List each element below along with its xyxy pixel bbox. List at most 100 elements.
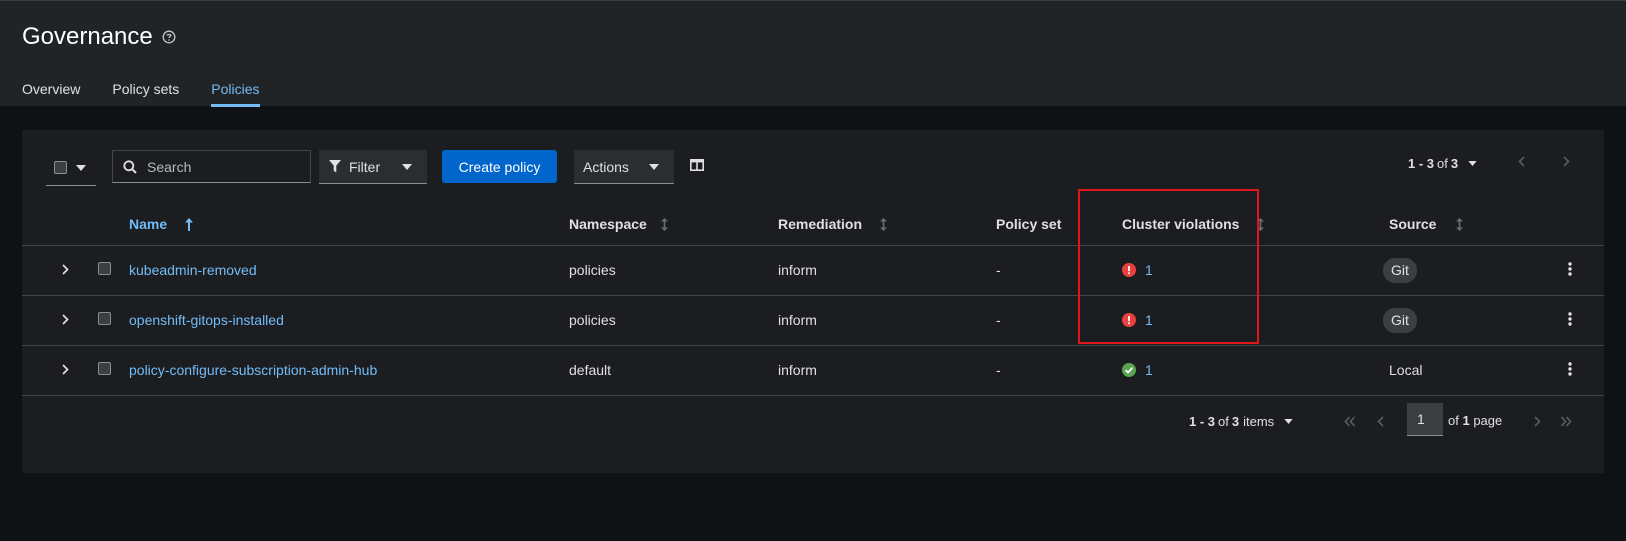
source-cell: Local bbox=[1389, 362, 1423, 378]
bulk-select-dropdown[interactable] bbox=[46, 150, 96, 186]
policy-name-link[interactable]: policy-configure-subscription-admin-hub bbox=[129, 362, 377, 378]
table-row: kubeadmin-removed policies inform - 1 Gi… bbox=[22, 246, 1604, 296]
previous-page-icon[interactable] bbox=[1518, 156, 1525, 167]
column-header-remediation[interactable]: Remediation bbox=[778, 216, 888, 232]
check-circle-icon bbox=[1122, 363, 1136, 377]
filter-button[interactable]: Filter bbox=[319, 150, 427, 184]
pagination-toggle-top[interactable]: 1 - 3 of 3 bbox=[1408, 156, 1477, 171]
namespace-cell: policies bbox=[569, 312, 616, 328]
remediation-cell: inform bbox=[778, 312, 817, 328]
table-header: Name Namespace Remediation Policy set Cl… bbox=[22, 202, 1604, 246]
namespace-cell: default bbox=[569, 362, 612, 378]
expand-row-icon[interactable] bbox=[62, 314, 69, 325]
column-header-name[interactable]: Name bbox=[129, 216, 194, 232]
pagination-range: 1 - 3 bbox=[1189, 414, 1216, 429]
sort-ascending-icon bbox=[185, 217, 194, 231]
column-header-label: Remediation bbox=[778, 216, 863, 232]
violations-count-link[interactable]: 1 bbox=[1145, 262, 1153, 278]
page-title-text: Governance bbox=[22, 23, 153, 50]
previous-page-icon[interactable] bbox=[1377, 416, 1384, 427]
column-header-namespace[interactable]: Namespace bbox=[569, 216, 668, 232]
tab-policies[interactable]: Policies bbox=[211, 69, 260, 107]
page-title: Governance bbox=[22, 23, 176, 51]
actions-label: Actions bbox=[583, 158, 629, 175]
caret-down-icon bbox=[402, 163, 413, 170]
cluster-violations-cell: 1 bbox=[1122, 312, 1153, 328]
expand-row-icon[interactable] bbox=[62, 264, 69, 275]
create-policy-button[interactable]: Create policy bbox=[442, 150, 557, 183]
caret-down-icon bbox=[1284, 419, 1293, 424]
caret-down-icon bbox=[1468, 161, 1477, 166]
remediation-cell: inform bbox=[778, 262, 817, 278]
page-label: page bbox=[1473, 413, 1503, 428]
actions-dropdown[interactable]: Actions bbox=[574, 150, 674, 184]
help-icon[interactable] bbox=[162, 30, 176, 44]
of-page-prefix: of bbox=[1448, 413, 1459, 428]
row-select-checkbox[interactable] bbox=[98, 362, 111, 375]
violations-count-link[interactable]: 1 bbox=[1145, 362, 1153, 378]
violations-count-link[interactable]: 1 bbox=[1145, 312, 1153, 328]
column-header-policy-set: Policy set bbox=[996, 216, 1061, 232]
violation-error-icon bbox=[1122, 263, 1136, 277]
expand-row-icon[interactable] bbox=[62, 364, 69, 375]
kebab-menu-icon[interactable] bbox=[1568, 312, 1572, 326]
table-row: policy-configure-subscription-admin-hub … bbox=[22, 346, 1604, 396]
caret-down-icon bbox=[648, 163, 659, 170]
manage-columns-icon[interactable] bbox=[690, 159, 704, 171]
pagination-of: of bbox=[1437, 156, 1448, 171]
pagination-range: 1 - 3 bbox=[1408, 156, 1435, 171]
row-select-checkbox[interactable] bbox=[98, 262, 111, 275]
tab-bar: Overview Policy sets Policies bbox=[22, 69, 292, 107]
policy-name-link[interactable]: openshift-gitops-installed bbox=[129, 312, 284, 328]
kebab-menu-icon[interactable] bbox=[1568, 262, 1572, 276]
page-count-label: of 1 page bbox=[1448, 413, 1502, 428]
bulk-select-checkbox[interactable] bbox=[54, 161, 67, 174]
kebab-menu-icon[interactable] bbox=[1568, 362, 1572, 376]
policy-name-link[interactable]: kubeadmin-removed bbox=[129, 262, 257, 278]
remediation-cell: inform bbox=[778, 362, 817, 378]
toolbar: Filter Create policy Actions 1 - 3 of 3 bbox=[22, 130, 1604, 202]
cluster-violations-cell: 1 bbox=[1122, 362, 1153, 378]
pagination-items-label: items bbox=[1243, 414, 1275, 429]
row-select-checkbox[interactable] bbox=[98, 312, 111, 325]
column-header-cluster-violations[interactable]: Cluster violations bbox=[1122, 216, 1265, 232]
search-input[interactable] bbox=[147, 158, 297, 175]
sort-icon bbox=[1257, 217, 1265, 231]
tab-overview[interactable]: Overview bbox=[22, 69, 80, 107]
sort-icon bbox=[660, 217, 668, 231]
policies-table: Name Namespace Remediation Policy set Cl… bbox=[22, 202, 1604, 396]
tab-policy-sets[interactable]: Policy sets bbox=[112, 69, 179, 107]
policy-set-cell: - bbox=[996, 312, 1001, 328]
policy-set-cell: - bbox=[996, 262, 1001, 278]
column-header-label: Namespace bbox=[569, 216, 647, 232]
column-header-source[interactable]: Source bbox=[1389, 216, 1464, 232]
column-header-label: Cluster violations bbox=[1122, 216, 1240, 232]
namespace-cell: policies bbox=[569, 262, 616, 278]
sort-icon bbox=[880, 217, 888, 231]
next-page-icon[interactable] bbox=[1563, 156, 1570, 167]
sort-icon bbox=[1456, 217, 1464, 231]
current-page-input[interactable] bbox=[1407, 403, 1443, 436]
next-page-icon[interactable] bbox=[1534, 416, 1541, 427]
cluster-violations-cell: 1 bbox=[1122, 262, 1153, 278]
policies-card: Filter Create policy Actions 1 - 3 of 3 bbox=[22, 130, 1604, 473]
column-header-label: Name bbox=[129, 216, 168, 232]
source-badge: Git bbox=[1383, 258, 1417, 283]
source-badge: Git bbox=[1383, 308, 1417, 333]
search-icon bbox=[123, 159, 137, 174]
pagination-total: 3 bbox=[1231, 414, 1240, 429]
page-count: 1 bbox=[1462, 413, 1470, 428]
last-page-icon[interactable] bbox=[1560, 416, 1572, 427]
column-header-label: Source bbox=[1389, 216, 1437, 232]
first-page-icon[interactable] bbox=[1344, 416, 1356, 427]
caret-down-icon bbox=[76, 164, 86, 171]
page-header: Governance Overview Policy sets Policies bbox=[0, 0, 1626, 107]
pagination-of: of bbox=[1218, 414, 1229, 429]
column-header-label: Policy set bbox=[996, 216, 1062, 232]
filter-icon bbox=[329, 160, 341, 173]
table-row: openshift-gitops-installed policies info… bbox=[22, 296, 1604, 346]
pagination-total: 3 bbox=[1450, 156, 1459, 171]
pagination-toggle-bottom[interactable]: 1 - 3 of 3 items bbox=[1189, 414, 1293, 429]
search-box[interactable] bbox=[112, 150, 311, 183]
filter-label: Filter bbox=[349, 158, 381, 175]
